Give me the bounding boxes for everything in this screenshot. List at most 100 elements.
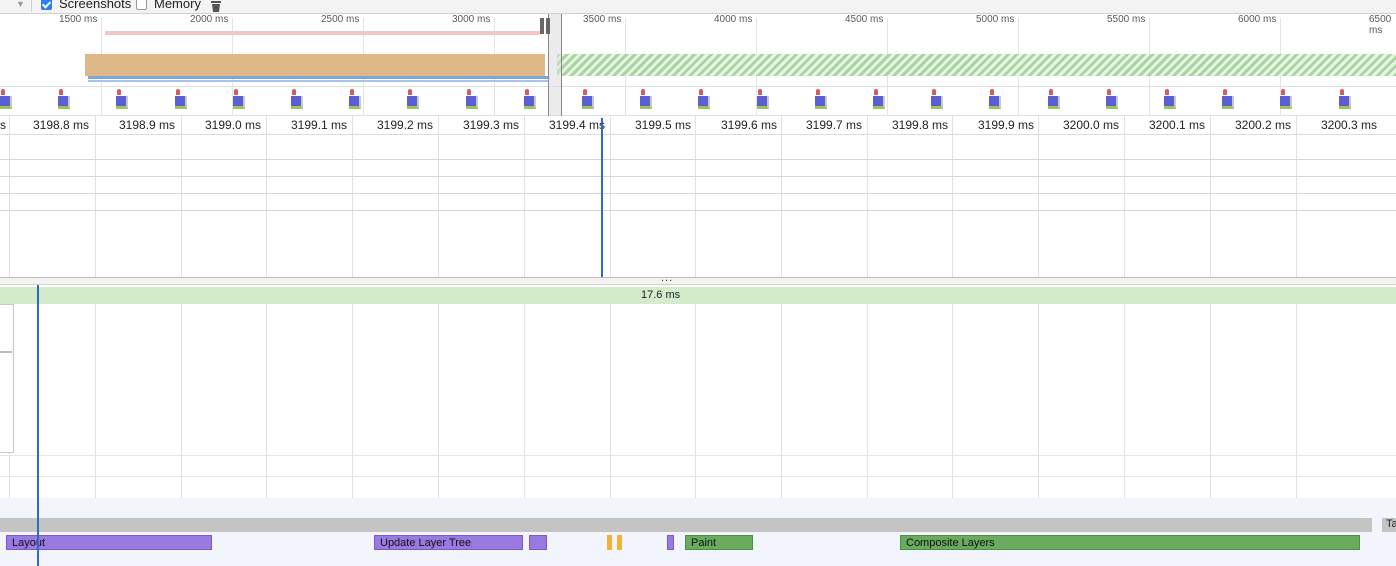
screenshot-frame[interactable] (1338, 96, 1351, 109)
screenshot-frame[interactable] (349, 96, 362, 109)
screenshot-frame[interactable] (291, 96, 303, 109)
screenshot-frame[interactable] (756, 96, 769, 109)
task-bar[interactable] (0, 518, 1372, 532)
ruler-tick-label: s (0, 118, 6, 132)
overview-tick-label: 2500 ms (321, 14, 360, 25)
screenshot-frame[interactable] (523, 96, 536, 109)
splitter-grip[interactable]: ... (661, 272, 673, 284)
frame-marker (408, 89, 413, 95)
frame-marker (990, 89, 995, 95)
ruler-tick-label: 3199.7 ms (806, 118, 863, 132)
window-right-handle[interactable] (546, 18, 550, 34)
overview-tick-label: 5000 ms (976, 14, 1015, 25)
memory-label[interactable]: Memory (154, 0, 201, 12)
time-ruler: s 3198.8 ms 3198.9 ms 3199.0 ms 3199.1 ms 319… (0, 116, 1396, 135)
task-bar-next[interactable]: Ta (1382, 518, 1396, 532)
overview-tick-label: 5500 ms (1107, 14, 1146, 25)
ruler-gridline (95, 116, 96, 277)
frame-marker (1048, 89, 1053, 95)
ruler-gridline (610, 116, 611, 277)
ruler-gridline (352, 116, 353, 277)
screenshot-frame[interactable] (58, 96, 71, 109)
trash-icon[interactable] (211, 1, 221, 12)
overview-tick-label: 1500 ms (59, 14, 98, 25)
collapse-triangle-icon[interactable]: ▼ (16, 0, 25, 9)
frame-marker (350, 89, 355, 95)
ruler-gridline (438, 116, 439, 277)
ruler-gridline (524, 116, 525, 277)
timeline-overview[interactable]: 1500 ms 2000 ms 2500 ms 3000 ms 3500 ms 4000 … (0, 14, 1396, 116)
frame-marker (641, 89, 646, 95)
frame-marker (59, 89, 64, 95)
screenshot-frame[interactable] (582, 96, 594, 109)
overview-tick-label: 3500 ms (583, 14, 622, 25)
ruler-gridline (695, 116, 696, 277)
frame-marker (1223, 89, 1228, 95)
screenshot-frame[interactable] (232, 96, 245, 109)
ruler-gridline (1038, 116, 1039, 277)
frame-marker (1339, 89, 1344, 95)
rendering-event[interactable] (529, 535, 547, 550)
screenshots-label[interactable]: Screenshots (59, 0, 131, 12)
screenshot-frame[interactable] (174, 96, 187, 109)
track-divider (0, 210, 1396, 211)
overview-tick-label: 6000 ms (1238, 14, 1277, 25)
paint-event[interactable]: Paint (685, 535, 753, 550)
time-cursor-lower (37, 285, 39, 566)
screenshot-frame[interactable] (873, 96, 885, 109)
task-bar-next-label: Ta (1386, 518, 1396, 530)
update-layer-tree-event[interactable]: Update Layer Tree (374, 535, 523, 550)
ruler-tick-label: 3199.8 ms (892, 118, 949, 132)
screenshot-frame[interactable] (1280, 96, 1293, 109)
screenshot-frame[interactable] (698, 96, 711, 109)
overview-tick-label: 4500 ms (845, 14, 884, 25)
screenshots-filmstrip[interactable] (0, 86, 1396, 116)
screenshot-frame[interactable] (931, 96, 944, 109)
frame-bar[interactable]: 17.6 ms (0, 287, 1396, 304)
timeline-toolbar: ▼ Screenshots Memory (0, 0, 1396, 14)
frame-marker (1165, 89, 1169, 95)
memory-checkbox[interactable] (136, 0, 147, 10)
screenshot-frame[interactable] (116, 96, 129, 109)
ruler-tick-label: 3199.3 ms (463, 118, 520, 132)
screenshot-frame[interactable] (1047, 96, 1060, 109)
screenshot-frame[interactable] (1105, 96, 1118, 109)
overview-window-selection[interactable] (548, 14, 562, 116)
overview-tick-label: 3000 ms (452, 14, 491, 25)
screenshots-checkbox[interactable] (41, 0, 52, 10)
screenshot-frame[interactable] (640, 96, 653, 109)
ruler-tick-label: 3198.9 ms (119, 118, 176, 132)
screenshot-frame[interactable] (0, 96, 12, 109)
window-left-handle[interactable] (540, 18, 544, 34)
ruler-tick-label: 3200.1 ms (1149, 118, 1206, 132)
screenshot-thumbnail[interactable] (0, 304, 14, 453)
panel-splitter[interactable]: ... (0, 272, 1396, 285)
screenshot-frame[interactable] (407, 96, 420, 109)
rendering-event[interactable] (667, 535, 674, 550)
frame-marker (233, 89, 238, 95)
screenshot-frame[interactable] (814, 96, 827, 109)
screenshot-frame[interactable] (1222, 96, 1235, 109)
time-cursor (601, 118, 603, 277)
overview-tick-label: 4000 ms (714, 14, 753, 25)
frame-marker (757, 89, 762, 95)
main-thread-track (0, 498, 1396, 566)
scripting-event[interactable] (617, 535, 622, 550)
composite-layers-event[interactable]: Composite Layers (900, 535, 1360, 550)
frame-marker (1106, 89, 1111, 95)
ruler-tick-label: 3200.3 ms (1321, 118, 1378, 132)
screenshot-frame[interactable] (465, 96, 478, 109)
ruler-tick-label: 3199.2 ms (377, 118, 434, 132)
screenshot-frame[interactable] (1164, 96, 1176, 109)
ruler-gridline (266, 116, 267, 277)
network-activity-bar (105, 31, 540, 35)
frame-marker (583, 89, 587, 95)
frames-bar (88, 76, 548, 79)
overview-tick-label: 2000 ms (190, 14, 229, 25)
frame-marker (815, 89, 820, 95)
frame-marker (932, 89, 937, 95)
track-divider (0, 455, 1396, 456)
scripting-event[interactable] (607, 535, 612, 550)
ruler-tick-label: 3199.0 ms (205, 118, 262, 132)
screenshot-frame[interactable] (989, 96, 1002, 109)
